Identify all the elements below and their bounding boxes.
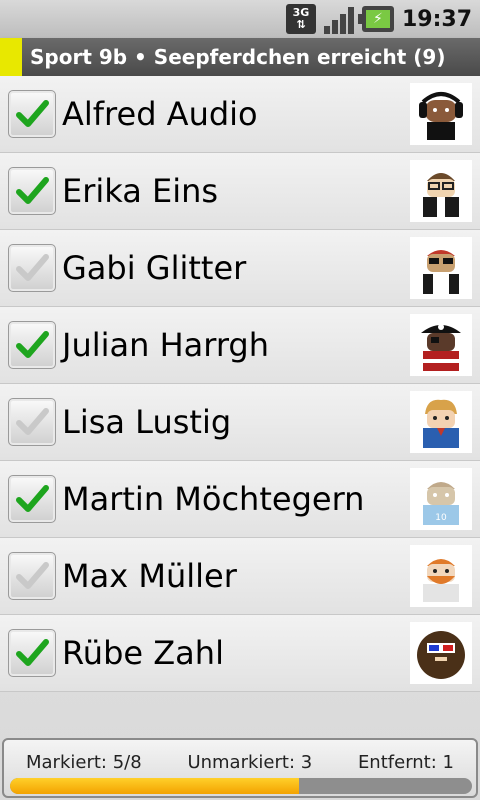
network-3g-icon: 3G ⇅ [285,4,316,34]
checkbox-checked[interactable] [8,629,56,677]
group-color-marker [0,38,22,76]
android-3d-glasses-avatar [410,622,472,684]
checkbox-unchecked[interactable] [8,244,56,292]
checkbox-checked[interactable] [8,167,56,215]
svg-text:10: 10 [435,513,447,523]
marked-count: Markiert: 5/8 [26,752,142,773]
unmarked-count: Unmarkiert: 3 [187,752,313,773]
android-glasses-avatar [410,160,472,222]
student-name: Julian Harrgh [62,326,270,364]
page-title: Sport 9b • Seepferdchen erreicht (9) [30,45,446,69]
checkmark-icon [16,331,49,358]
title-bar: Sport 9b • Seepferdchen erreicht (9) [0,38,480,76]
checkbox-unchecked[interactable] [8,398,56,446]
checkmark-icon [16,177,49,204]
removed-count: Entfernt: 1 [357,752,454,773]
android-headphones-avatar [410,83,472,145]
student-row[interactable]: Max Müller [0,538,480,615]
student-name: Max Müller [62,557,237,595]
student-list: Alfred Audio Erika Eins Gabi Glitter Julian… [0,76,480,692]
student-row[interactable]: Lisa Lustig [0,384,480,461]
android-pirate-avatar [410,314,472,376]
student-name: Alfred Audio [62,95,258,133]
student-row[interactable]: Alfred Audio [0,76,480,153]
checkmark-icon [16,639,49,666]
checkbox-checked[interactable] [8,321,56,369]
android-jersey-avatar: 10 [410,468,472,530]
android-blonde-avatar [410,391,472,453]
student-row[interactable]: Martin Möchtegern 10 [0,461,480,538]
student-name: Gabi Glitter [62,249,247,287]
student-name: Erika Eins [62,172,219,210]
progress-bar [10,778,472,794]
progress-fill [10,778,299,794]
battery-charging-icon: ⚡ [357,6,394,32]
checkbox-checked[interactable] [8,90,56,138]
student-row[interactable]: Julian Harrgh [0,307,480,384]
student-row[interactable]: Gabi Glitter [0,230,480,307]
student-row[interactable]: Rübe Zahl [0,615,480,692]
summary-panel: Markiert: 5/8 Unmarkiert: 3 Entfernt: 1 [2,738,478,798]
checkmark-icon [16,408,49,435]
checkbox-unchecked[interactable] [8,552,56,600]
checkmark-icon [16,100,49,127]
student-row[interactable]: Erika Eins [0,153,480,230]
checkmark-icon [16,562,49,589]
signal-strength-icon [323,4,354,34]
student-name: Martin Möchtegern [62,480,365,518]
student-name: Lisa Lustig [62,403,232,441]
status-bar: 3G ⇅ ⚡ 19:37 [0,0,480,38]
android-sunglasses-avatar [410,237,472,299]
clock: 19:37 [401,6,472,32]
android-beard-avatar [410,545,472,607]
checkmark-icon [16,254,49,281]
checkmark-icon [16,485,49,512]
student-name: Rübe Zahl [62,634,224,672]
checkbox-checked[interactable] [8,475,56,523]
